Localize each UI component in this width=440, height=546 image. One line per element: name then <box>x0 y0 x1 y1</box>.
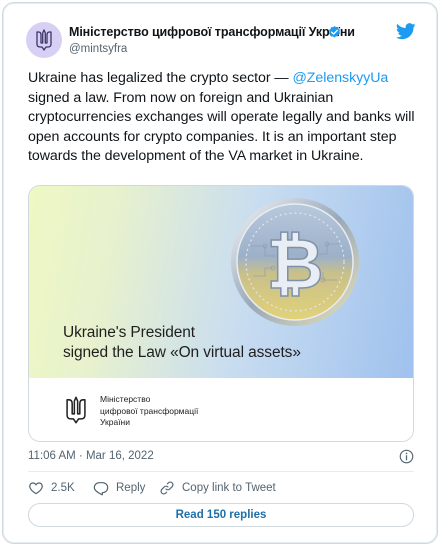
footer-org-line2: цифрової трансформації <box>100 405 199 416</box>
bitcoin-coin: ₿ <box>231 198 359 326</box>
reply-label: Reply <box>116 482 146 494</box>
tweet-timestamp[interactable]: 11:06 AM · Mar 16, 2022 <box>28 450 154 462</box>
link-icon <box>160 481 174 495</box>
like-count: 2.5K <box>51 482 75 494</box>
tweet-text-end: signed a law. From now on foreign and Uk… <box>28 89 415 165</box>
author-handle[interactable]: @mintsyfra <box>69 43 127 55</box>
tweet-text-start: Ukraine has legalized the crypto sector … <box>28 70 293 86</box>
media-headline-line2: signed the Law «On virtual assets» <box>63 344 301 361</box>
divider <box>28 471 414 472</box>
author-avatar[interactable] <box>26 22 62 58</box>
svg-text:₿: ₿ <box>266 223 323 305</box>
heart-icon <box>29 482 43 495</box>
reply-button[interactable]: Reply <box>93 479 145 497</box>
copy-link-button[interactable]: Copy link to Tweet <box>159 479 276 497</box>
media-card[interactable]: ₿ Ukraine's President signed the Law «On… <box>28 185 414 442</box>
tweet-text: Ukraine has legalized the crypto sector … <box>28 69 420 167</box>
footer-org-name: Міністерство цифрової трансформації Укра… <box>100 394 198 429</box>
media-headline: Ukraine's President signed the Law «On v… <box>63 323 301 363</box>
verified-badge-icon <box>329 25 340 38</box>
mention-link[interactable]: @ZelenskyyUa <box>292 70 388 86</box>
media-footer: Міністерство цифрової трансформації Укра… <box>29 378 413 441</box>
twitter-bird-icon[interactable] <box>396 23 416 40</box>
media-headline-line1: Ukraine's President <box>63 324 196 341</box>
info-icon[interactable] <box>399 449 414 464</box>
reply-bubble-icon <box>93 482 109 496</box>
footer-org-line3: України <box>100 417 130 427</box>
author-name[interactable]: Міністерство цифрової трансформації Укра… <box>69 25 355 39</box>
copy-link-label: Copy link to Tweet <box>182 482 276 494</box>
tweet-card: Міністерство цифрової трансформації Укра… <box>2 2 438 544</box>
like-button[interactable]: 2.5K <box>28 479 75 497</box>
read-replies-button[interactable]: Read 150 replies <box>28 503 414 527</box>
ukraine-trident-icon <box>36 29 52 51</box>
ukraine-trident-icon <box>66 396 86 424</box>
media-image[interactable]: ₿ Ukraine's President signed the Law «On… <box>29 186 413 378</box>
footer-org-line1: Міністерство <box>100 394 151 404</box>
